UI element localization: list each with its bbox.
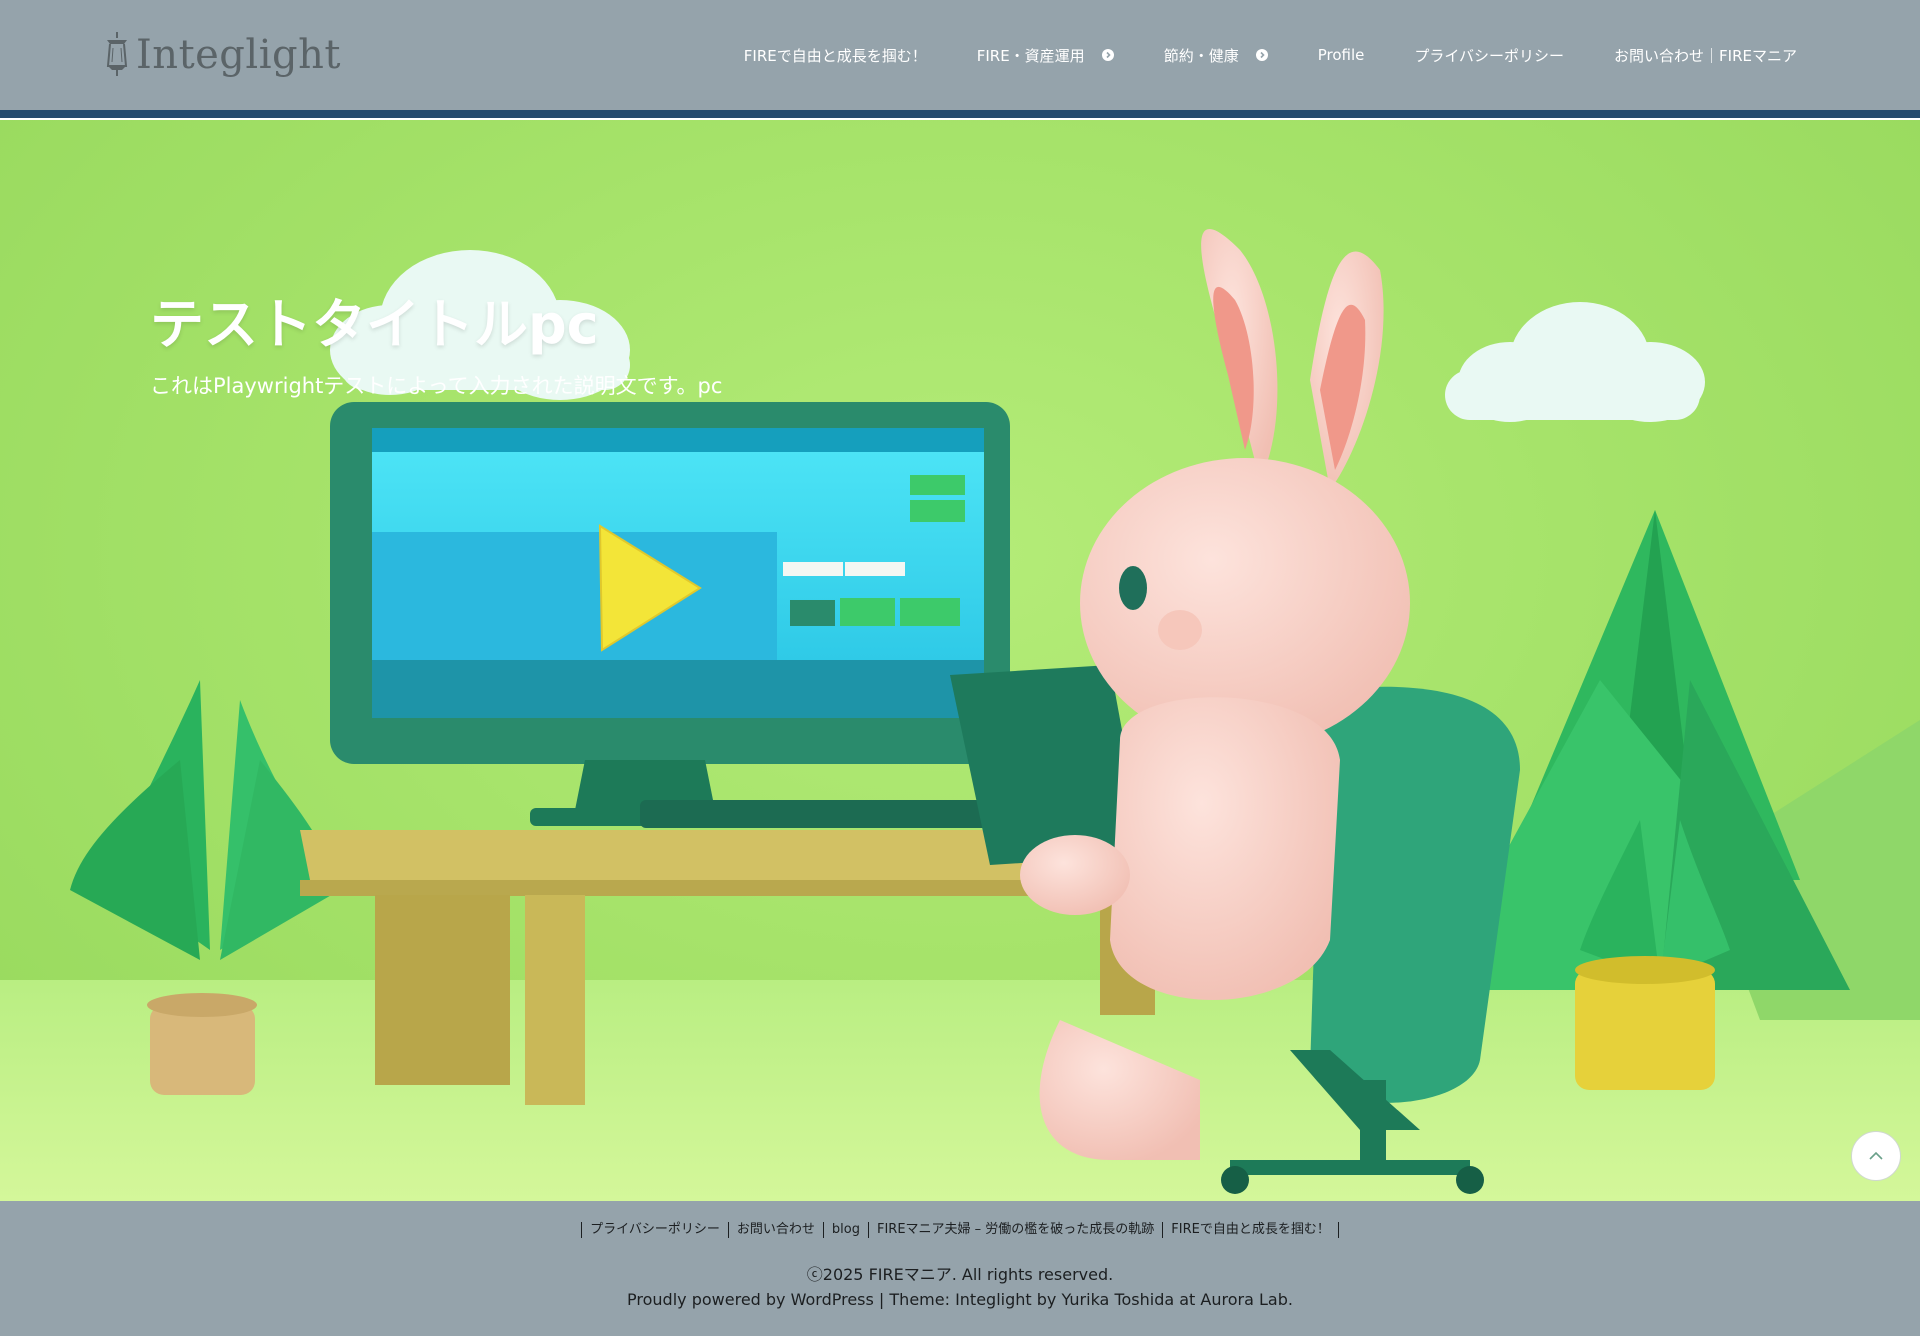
footer-nav: プライバシーポリシー お問い合わせ blog FIREマニア夫婦 – 労働の檻を… bbox=[0, 1222, 1920, 1238]
footer-link-blog[interactable]: blog bbox=[822, 1222, 868, 1238]
copyright-text: ⓒ2025 FIREマニア. All rights reserved. bbox=[806, 1265, 1114, 1284]
footer-link-privacy[interactable]: プライバシーポリシー bbox=[581, 1222, 728, 1238]
site-logo[interactable]: Integlight bbox=[102, 28, 341, 82]
nav-label: プライバシーポリシー bbox=[1414, 46, 1565, 65]
footer-link-contact[interactable]: お問い合わせ bbox=[727, 1222, 823, 1238]
nav-item-fire-freedom[interactable]: FIREで自由と成長を掴む！ bbox=[719, 0, 952, 110]
back-to-top-button[interactable] bbox=[1851, 1131, 1901, 1181]
main-nav: FIREで自由と成長を掴む！ FIRE・資産運用 節約・健康 Profile プ… bbox=[719, 0, 1822, 110]
nav-label: Profile bbox=[1317, 46, 1365, 64]
powered-by-text: Proudly powered by WordPress | Theme: In… bbox=[627, 1290, 1293, 1309]
nav-item-contact[interactable]: お問い合わせ｜FIREマニア bbox=[1589, 0, 1822, 110]
site-header: Integlight FIREで自由と成長を掴む！ FIRE・資産運用 節約・健… bbox=[0, 0, 1920, 110]
footer-link-fire-freedom[interactable]: FIREで自由と成長を掴む！ bbox=[1162, 1222, 1338, 1238]
chevron-up-icon bbox=[1869, 1151, 1883, 1160]
nav-item-fire-investment[interactable]: FIRE・資産運用 bbox=[952, 0, 1139, 110]
nav-label: お問い合わせ｜FIREマニア bbox=[1614, 46, 1797, 65]
chevron-right-icon[interactable] bbox=[1255, 49, 1268, 61]
nav-item-privacy-policy[interactable]: プライバシーポリシー bbox=[1389, 0, 1589, 110]
monitor bbox=[330, 402, 1010, 826]
nav-label: FIRE・資産運用 bbox=[976, 46, 1085, 65]
cloud-right bbox=[1445, 302, 1705, 422]
nav-item-profile[interactable]: Profile bbox=[1293, 0, 1390, 110]
hero-title: テストタイトルpc bbox=[150, 293, 599, 356]
site-footer: プライバシーポリシー お問い合わせ blog FIREマニア夫婦 – 労働の檻を… bbox=[0, 1201, 1920, 1336]
nav-label: FIREで自由と成長を掴む！ bbox=[743, 46, 927, 65]
footer-link-fire-couple[interactable]: FIREマニア夫婦 – 労働の檻を破った成長の軌跡 bbox=[867, 1222, 1162, 1238]
hero-section: テストタイトルpc これはPlaywrightテストによって入力された説明文です… bbox=[0, 120, 1920, 1201]
header-accent-stripe bbox=[0, 110, 1920, 118]
hero-description: これはPlaywrightテストによって入力された説明文です。pc bbox=[150, 374, 723, 398]
nav-label: 節約・健康 bbox=[1163, 46, 1239, 65]
lantern-icon bbox=[106, 32, 128, 76]
nav-item-savings-health[interactable]: 節約・健康 bbox=[1139, 0, 1293, 110]
logo-text: Integlight bbox=[136, 32, 341, 78]
footer-separator bbox=[1337, 1222, 1339, 1238]
chevron-right-icon[interactable] bbox=[1101, 49, 1114, 61]
